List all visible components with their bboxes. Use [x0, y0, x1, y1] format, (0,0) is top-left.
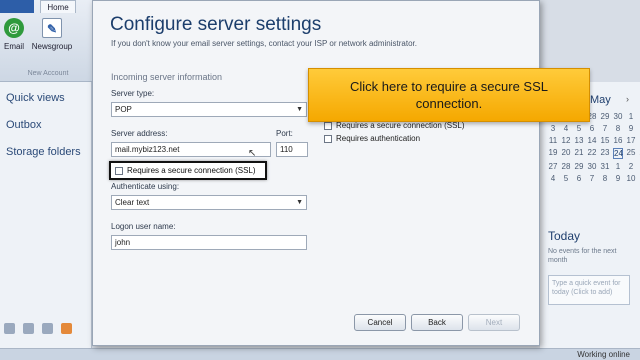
calendar-day[interactable]: 30 — [613, 112, 623, 121]
calendar-day[interactable]: 16 — [613, 136, 623, 145]
outgoing-ssl-row[interactable]: Requires a secure connection (SSL) — [324, 121, 465, 130]
calendar-day[interactable]: 28 — [561, 162, 571, 171]
nav-item-outbox[interactable]: Outbox — [6, 119, 41, 131]
today-text: No events for the next month — [548, 248, 617, 264]
next-button[interactable]: Next — [468, 314, 520, 331]
calendar-day[interactable]: 2 — [626, 162, 636, 171]
calendar-day[interactable]: 8 — [600, 174, 610, 183]
calendar-day[interactable]: 21 — [574, 148, 584, 159]
calendar-day[interactable]: 24 — [613, 148, 623, 159]
calendar-day[interactable]: 14 — [587, 136, 597, 145]
chevron-down-icon: ▼ — [296, 199, 303, 206]
outgoing-auth-checkbox[interactable] — [324, 134, 332, 143]
contacts-icon[interactable] — [42, 323, 53, 334]
footer-icons — [4, 323, 72, 334]
server-type-label: Server type: — [111, 89, 155, 98]
dialog-subtitle: If you don't know your email server sett… — [111, 39, 417, 48]
newsgroup-button-label: Newsgroup — [31, 42, 73, 51]
server-type-select[interactable]: POP ▼ — [111, 102, 307, 117]
calendar-day[interactable]: 9 — [626, 124, 636, 133]
calendar-day[interactable]: 13 — [574, 136, 584, 145]
calendar-day[interactable]: 1 — [613, 162, 623, 171]
outgoing-auth-row[interactable]: Requires authentication — [324, 134, 420, 143]
status-bar: Working online — [0, 348, 640, 360]
port-input[interactable]: 110 — [276, 142, 308, 157]
calendar-day[interactable]: 10 — [626, 174, 636, 183]
status-text: Working online — [577, 350, 630, 359]
newsgroup-button[interactable]: ✎ Newsgroup — [30, 18, 74, 51]
calendar-grid: 2526272829301234567891011121314151617181… — [548, 112, 640, 183]
calendar-day[interactable]: 20 — [561, 148, 571, 159]
calendar-pane: May › 2526272829301234567891011121314151… — [540, 82, 640, 360]
ssl-checkbox-row[interactable]: Requires a secure connection (SSL) — [109, 161, 267, 180]
server-type-value: POP — [115, 105, 132, 114]
calendar-day[interactable]: 5 — [574, 124, 584, 133]
calendar-day[interactable]: 4 — [561, 124, 571, 133]
calendar-day[interactable]: 25 — [626, 148, 636, 159]
mouse-cursor-icon: ↖ — [248, 148, 257, 159]
quick-event-input[interactable]: Type a quick event for today (Click to a… — [548, 275, 630, 305]
calendar-day[interactable]: 8 — [613, 124, 623, 133]
calendar-day[interactable]: 22 — [587, 148, 597, 159]
dialog-title: Configure server settings — [110, 14, 322, 35]
feeds-icon[interactable] — [61, 323, 72, 334]
back-button[interactable]: Back — [411, 314, 463, 331]
calendar-day[interactable]: 29 — [600, 112, 610, 121]
calendar-month: May — [590, 94, 611, 106]
calendar-day[interactable]: 6 — [587, 124, 597, 133]
today-title: Today — [548, 229, 581, 243]
calendar-day[interactable]: 11 — [548, 136, 558, 145]
ribbon-group-caption: New Account — [27, 70, 69, 77]
calendar-day[interactable]: 30 — [587, 162, 597, 171]
calendar-day[interactable]: 7 — [600, 124, 610, 133]
calendar-day[interactable]: 5 — [561, 174, 571, 183]
next-month-icon[interactable]: › — [626, 94, 629, 104]
left-pane: Quick views Outbox Storage folders — [0, 82, 92, 360]
mail-icon[interactable] — [4, 323, 15, 334]
file-tab[interactable] — [0, 0, 34, 13]
cancel-button[interactable]: Cancel — [354, 314, 406, 331]
calendar-day[interactable]: 17 — [626, 136, 636, 145]
calendar-day[interactable]: 6 — [574, 174, 584, 183]
ssl-checkbox-label: Requires a secure connection (SSL) — [127, 166, 256, 175]
auth-select[interactable]: Clear text ▼ — [111, 195, 307, 210]
nav-item-quick-views[interactable]: Quick views — [6, 92, 65, 104]
tab-home[interactable]: Home — [40, 0, 76, 13]
server-address-label: Server address: — [111, 129, 168, 138]
calendar-icon[interactable] — [23, 323, 34, 334]
email-icon: @ — [4, 18, 24, 38]
tutorial-callout: Click here to require a secure SSL conne… — [308, 68, 590, 122]
calendar-day[interactable]: 9 — [613, 174, 623, 183]
calendar-day[interactable]: 7 — [587, 174, 597, 183]
incoming-section-title: Incoming server information — [111, 72, 223, 82]
callout-text: Click here to require a secure SSL conne… — [350, 79, 548, 111]
calendar-day[interactable]: 31 — [600, 162, 610, 171]
outgoing-ssl-checkbox[interactable] — [324, 121, 332, 130]
calendar-day[interactable]: 23 — [600, 148, 610, 159]
auth-label: Authenticate using: — [111, 182, 180, 191]
calendar-day[interactable]: 12 — [561, 136, 571, 145]
ribbon: Home @ Email ✎ Newsgroup New Account — [0, 0, 100, 82]
server-address-input[interactable]: mail.mybiz123.net — [111, 142, 271, 157]
calendar-day[interactable]: 29 — [574, 162, 584, 171]
nav-item-storage-folders[interactable]: Storage folders — [6, 146, 81, 158]
chevron-down-icon: ▼ — [296, 106, 303, 113]
configure-server-dialog: Configure server settings If you don't k… — [92, 0, 540, 346]
ssl-checkbox[interactable] — [115, 166, 123, 175]
logon-label: Logon user name: — [111, 222, 176, 231]
calendar-day[interactable]: 3 — [548, 124, 558, 133]
calendar-day[interactable]: 19 — [548, 148, 558, 159]
auth-value: Clear text — [115, 198, 150, 207]
calendar-day[interactable]: 27 — [548, 162, 558, 171]
outgoing-auth-label: Requires authentication — [336, 134, 421, 143]
email-button-label: Email — [3, 42, 24, 51]
port-label: Port: — [276, 129, 293, 138]
newsgroup-icon: ✎ — [42, 18, 62, 38]
calendar-day[interactable]: 4 — [548, 174, 558, 183]
outgoing-ssl-label: Requires a secure connection (SSL) — [336, 121, 465, 130]
calendar-day[interactable]: 1 — [626, 112, 636, 121]
calendar-day[interactable]: 15 — [600, 136, 610, 145]
logon-input[interactable]: john — [111, 235, 307, 250]
